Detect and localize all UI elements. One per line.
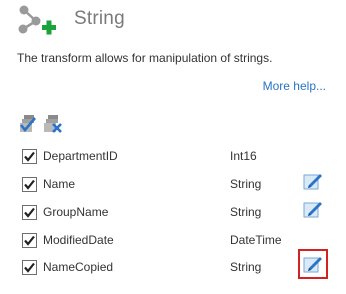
field-checkbox[interactable] — [22, 233, 37, 248]
field-name: Name — [43, 177, 76, 191]
field-name: ModifiedDate — [43, 233, 114, 247]
field-row: Name String — [18, 173, 338, 199]
field-type: DateTime — [230, 233, 282, 247]
select-all-icon[interactable] — [18, 113, 40, 135]
page-title: String — [74, 8, 125, 29]
edit-icon[interactable] — [302, 198, 324, 220]
field-type: String — [230, 177, 262, 191]
field-row: NameCopied String — [18, 249, 338, 282]
field-name: DepartmentID — [43, 149, 118, 163]
field-row: ModifiedDate DateTime — [18, 229, 338, 255]
more-help-link[interactable]: More help... — [263, 79, 326, 93]
field-type: String — [230, 205, 262, 219]
deselect-all-icon[interactable] — [42, 113, 64, 135]
transform-add-icon — [16, 4, 60, 42]
edit-icon[interactable] — [298, 249, 328, 279]
field-checkbox[interactable] — [22, 205, 37, 220]
field-type: Int16 — [230, 149, 257, 163]
field-name: GroupName — [43, 205, 109, 219]
field-row: DepartmentID Int16 — [18, 145, 338, 171]
field-checkbox[interactable] — [22, 149, 37, 164]
edit-icon[interactable] — [302, 170, 324, 192]
field-checkbox[interactable] — [22, 177, 37, 192]
field-type: String — [230, 260, 262, 274]
transform-header: String — [14, 4, 334, 40]
transform-description: The transform allows for manipulation of… — [17, 51, 273, 65]
field-name: NameCopied — [43, 260, 114, 274]
field-row: GroupName String — [18, 201, 338, 227]
field-checkbox[interactable] — [22, 260, 37, 275]
field-toolbar — [18, 113, 78, 135]
